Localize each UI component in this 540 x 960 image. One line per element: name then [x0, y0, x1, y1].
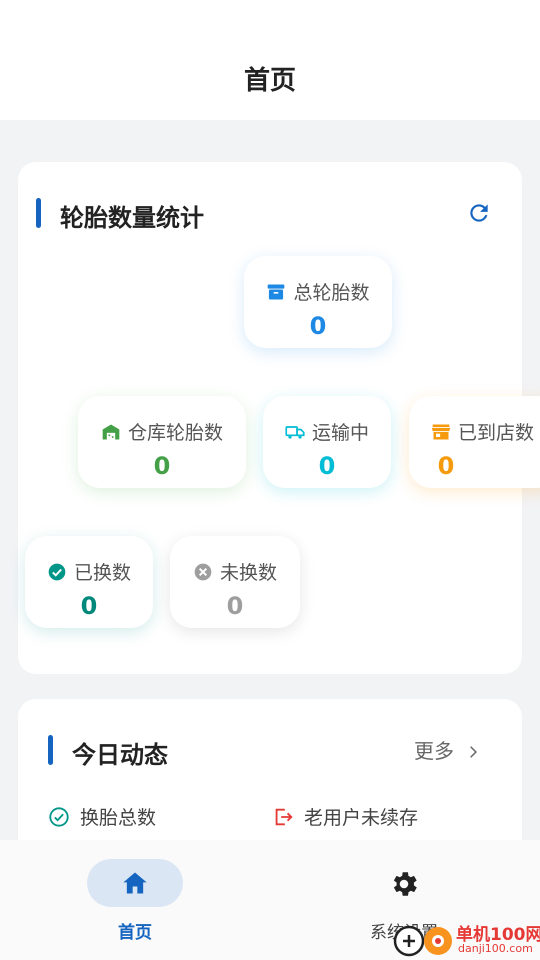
truck-icon: [285, 426, 305, 439]
arrived-store-label: 已到店数: [458, 422, 535, 444]
not-replaced-label: 未换数: [219, 562, 277, 584]
page-title: 首页: [243, 66, 296, 96]
stat-replaced-total[interactable]: 换胎总数: [48, 803, 156, 830]
archive-icon: [268, 284, 285, 300]
total-tires-node[interactable]: 总轮胎数 0: [244, 256, 392, 348]
stat-replaced-total-label: 换胎总数: [80, 807, 157, 829]
replaced-value: 0: [80, 592, 98, 620]
total-tires-value: 0: [309, 312, 327, 340]
arrived-store-node[interactable]: 已到店数 0: [409, 396, 540, 488]
tab-home[interactable]: [87, 859, 183, 907]
x-circle-icon: [194, 563, 212, 581]
chevron-right-icon: [470, 746, 478, 758]
watermark-url: danji100.com: [458, 942, 533, 955]
tire-stats-title: 轮胎数量统计: [60, 204, 204, 232]
exit-icon: [275, 808, 293, 826]
check-circle-icon: [48, 563, 66, 581]
today-activity-title: 今日动态: [72, 741, 168, 769]
section-accent-bar: [48, 735, 53, 765]
warehouse-icon: [102, 424, 120, 440]
section-accent-bar: [36, 198, 41, 228]
total-tires-label: 总轮胎数: [293, 282, 370, 304]
check-circle-outline-icon: [49, 807, 69, 827]
app-header: 首页: [0, 0, 540, 120]
arrived-store-value: 0: [437, 452, 455, 480]
store-icon: [431, 424, 451, 440]
in-transit-node[interactable]: 运输中 0: [263, 396, 391, 488]
stat-old-users-label: 老用户未续存: [304, 807, 419, 829]
stat-old-users-not-renewed[interactable]: 老用户未续存: [272, 803, 418, 830]
refresh-icon[interactable]: [466, 200, 492, 226]
not-replaced-value: 0: [226, 592, 244, 620]
in-transit-label: 运输中: [311, 422, 369, 444]
more-link[interactable]: 更多: [414, 735, 480, 764]
watermark-logo-icon: [393, 925, 452, 957]
warehouse-tires-label: 仓库轮胎数: [127, 422, 223, 444]
gear-icon: [393, 872, 417, 896]
warehouse-tires-value: 0: [153, 452, 171, 480]
replaced-node[interactable]: 已换数 0: [25, 536, 153, 628]
tab-settings[interactable]: [356, 864, 452, 904]
replaced-label: 已换数: [73, 562, 131, 584]
watermark: 单机100网 danji100.com: [392, 916, 540, 960]
not-replaced-node[interactable]: 未换数 0: [170, 536, 300, 628]
home-icon: [123, 872, 147, 894]
tab-home-label[interactable]: 首页: [87, 918, 183, 943]
more-label: 更多: [414, 739, 454, 763]
warehouse-tires-node[interactable]: 仓库轮胎数 0: [78, 396, 246, 488]
in-transit-value: 0: [318, 452, 336, 480]
